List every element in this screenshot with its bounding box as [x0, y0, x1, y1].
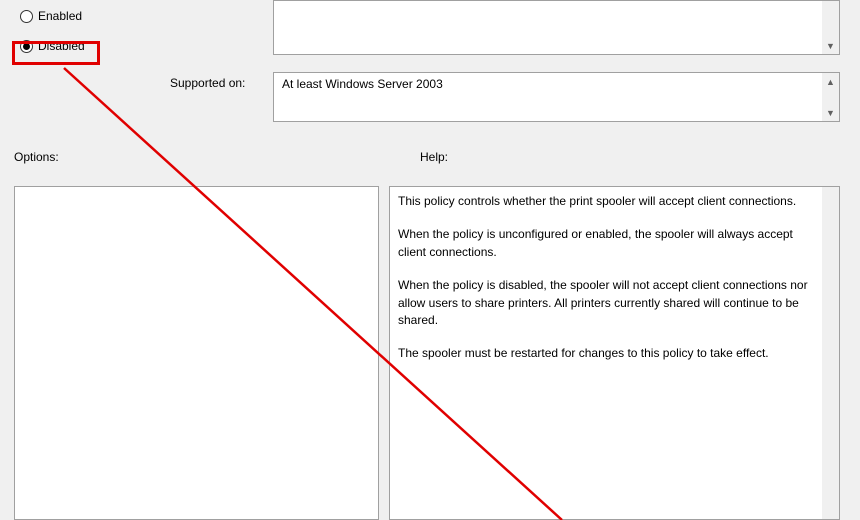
help-panel: This policy controls whether the print s… — [389, 186, 840, 520]
help-paragraph: When the policy is disabled, the spooler… — [398, 277, 813, 329]
help-label: Help: — [420, 150, 448, 164]
supported-on-textbox: At least Windows Server 2003 ▲ ▼ — [273, 72, 840, 122]
scroll-up-icon[interactable]: ▲ — [822, 73, 839, 90]
help-scrollbar[interactable] — [822, 187, 839, 519]
comment-scrollbar[interactable]: ▼ — [822, 1, 839, 54]
help-paragraph: This policy controls whether the print s… — [398, 193, 813, 210]
options-label: Options: — [14, 150, 59, 164]
radio-enabled-label: Enabled — [38, 9, 82, 23]
help-text: This policy controls whether the print s… — [398, 193, 813, 363]
comment-textbox[interactable]: ▼ — [273, 0, 840, 55]
radio-disabled-label: Disabled — [38, 39, 85, 53]
radio-icon — [20, 10, 33, 23]
dialog-content: Enabled Disabled ▼ Supported on: At leas… — [0, 0, 860, 520]
supported-on-label: Supported on: — [170, 76, 245, 90]
help-paragraph: The spooler must be restarted for change… — [398, 345, 813, 362]
radio-group: Enabled Disabled — [20, 6, 85, 66]
supported-scrollbar[interactable]: ▲ ▼ — [822, 73, 839, 121]
options-panel — [14, 186, 379, 520]
help-paragraph: When the policy is unconfigured or enabl… — [398, 226, 813, 261]
radio-disabled[interactable]: Disabled — [20, 36, 85, 56]
radio-enabled[interactable]: Enabled — [20, 6, 85, 26]
scroll-down-icon[interactable]: ▼ — [822, 104, 839, 121]
scroll-down-icon[interactable]: ▼ — [822, 37, 839, 54]
supported-on-value: At least Windows Server 2003 — [282, 77, 443, 91]
radio-icon — [20, 40, 33, 53]
